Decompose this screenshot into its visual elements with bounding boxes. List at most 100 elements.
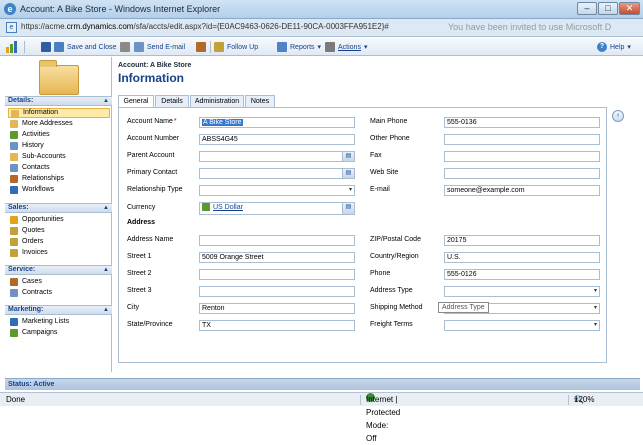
- relationship-type-select[interactable]: ▾: [199, 185, 355, 196]
- primary-contact-lookup[interactable]: ▤: [199, 168, 355, 179]
- more-addresses-icon: [10, 120, 18, 128]
- email-field[interactable]: someone@example.com: [444, 185, 600, 196]
- main-phone-label: Main Phone: [370, 118, 408, 125]
- sales-header[interactable]: Sales: ▲: [5, 203, 112, 213]
- street3-field[interactable]: [199, 286, 355, 297]
- fax-field[interactable]: [444, 151, 600, 162]
- phone-field[interactable]: 555-0126: [444, 269, 600, 280]
- lookup-icon[interactable]: ▤: [342, 169, 354, 178]
- phone-label: Phone: [370, 270, 391, 277]
- account-number-label: Account Number: [127, 135, 180, 142]
- zoom-level[interactable]: 🔍 120% ▾: [574, 393, 594, 406]
- parent-account-label: Parent Account: [127, 152, 175, 159]
- send-email-button[interactable]: Send E-mail: [134, 41, 185, 53]
- ie-status-done: Done: [6, 395, 26, 404]
- street1-field[interactable]: 5009 Orange Street: [199, 252, 355, 263]
- state-label: State/Province: [127, 321, 173, 328]
- sidebar-item-marketing-lists[interactable]: Marketing Lists: [8, 317, 110, 327]
- other-phone-label: Other Phone: [370, 135, 410, 142]
- email-label: E-mail: [370, 186, 390, 193]
- relationships-icon: [10, 175, 18, 183]
- sidebar-item-cases[interactable]: Cases: [8, 277, 110, 287]
- freight-terms-select[interactable]: ▾: [444, 320, 600, 331]
- details-header[interactable]: Details: ▲: [5, 96, 112, 106]
- general-form: Account Name* A Bike Store Account Numbe…: [118, 107, 607, 363]
- zip-field[interactable]: 20175: [444, 235, 600, 246]
- invoices-icon: [10, 249, 18, 257]
- sidebar-item-sub-accounts[interactable]: Sub-Accounts: [8, 152, 110, 162]
- sidebar-item-quotes[interactable]: Quotes: [8, 226, 110, 236]
- currency-icon: [202, 203, 210, 212]
- state-field[interactable]: TX: [199, 320, 355, 331]
- opportunities-icon: [10, 216, 18, 224]
- collapse-pane-icon[interactable]: ‹: [612, 110, 624, 122]
- sidebar-item-campaigns[interactable]: Campaigns: [8, 328, 110, 338]
- record-status: Status: Active: [5, 378, 640, 390]
- follow-up-button[interactable]: Follow Up: [214, 41, 258, 53]
- save-and-close-button[interactable]: Save and Close: [54, 41, 116, 53]
- lookup-icon[interactable]: ▤: [342, 203, 354, 214]
- street2-label: Street 2: [127, 270, 152, 277]
- ie-logo-icon: e: [4, 3, 16, 15]
- account-number-field[interactable]: ABSS4G45: [199, 134, 355, 145]
- sidebar-item-relationships[interactable]: Relationships: [8, 174, 110, 184]
- address-name-label: Address Name: [127, 236, 174, 243]
- minimize-button[interactable]: –: [577, 2, 597, 15]
- attach-icon[interactable]: [120, 41, 130, 53]
- parent-account-lookup[interactable]: ▤: [199, 151, 355, 162]
- sidebar-item-information[interactable]: Information: [8, 108, 110, 118]
- lookup-icon[interactable]: ▤: [342, 152, 354, 161]
- sidebar-item-history[interactable]: History: [8, 141, 110, 151]
- tooltip: Address Type: [438, 302, 489, 313]
- marketing-lists-icon: [10, 318, 18, 326]
- city-label: City: [127, 304, 140, 311]
- chevron-down-icon: ▾: [593, 305, 597, 311]
- more-actions-icon[interactable]: [196, 41, 206, 53]
- save-icon[interactable]: [41, 41, 51, 53]
- tab-details[interactable]: Details: [155, 95, 189, 107]
- fax-label: Fax: [370, 152, 382, 159]
- help-button[interactable]: ? Help ▾: [597, 41, 631, 53]
- sidebar-item-contracts[interactable]: Contracts: [8, 288, 110, 298]
- street2-field[interactable]: [199, 269, 355, 280]
- sidebar-item-activities[interactable]: Activities: [8, 130, 110, 140]
- ie-status-bar: Done Internet | Protected Mode: Off 🔍 12…: [0, 392, 643, 443]
- currency-lookup[interactable]: US Dollar ▤: [199, 202, 355, 215]
- address-name-field[interactable]: [199, 235, 355, 246]
- web-site-field[interactable]: [444, 168, 600, 179]
- window-title: Account: A Bike Store - Windows Internet…: [20, 4, 221, 14]
- address-type-select[interactable]: ▾: [444, 286, 600, 297]
- tab-administration[interactable]: Administration: [190, 95, 244, 107]
- country-label: Country/Region: [370, 253, 419, 260]
- close-button[interactable]: ✕: [619, 2, 640, 15]
- marketing-header[interactable]: Marketing: ▲: [5, 305, 112, 315]
- contracts-icon: [10, 289, 18, 297]
- crm-logo-icon: [5, 41, 21, 53]
- help-icon: ?: [597, 42, 607, 52]
- sidebar-item-workflows[interactable]: Workflows: [8, 185, 110, 195]
- notification-text: You have been invited to use Microsoft D: [448, 22, 612, 32]
- account-name-field[interactable]: A Bike Store: [199, 117, 355, 128]
- actions-button[interactable]: Actions ▾: [325, 41, 367, 53]
- chevron-down-icon: ▾: [593, 288, 597, 294]
- country-field[interactable]: U.S.: [444, 252, 600, 263]
- sidebar-item-invoices[interactable]: Invoices: [8, 248, 110, 258]
- freight-terms-label: Freight Terms: [370, 321, 413, 328]
- city-field[interactable]: Renton: [199, 303, 355, 314]
- maximize-button[interactable]: □: [598, 2, 618, 15]
- sidebar-item-opportunities[interactable]: Opportunities: [8, 215, 110, 225]
- main-phone-field[interactable]: 555-0136: [444, 117, 600, 128]
- other-phone-field[interactable]: [444, 134, 600, 145]
- tab-notes[interactable]: Notes: [245, 95, 275, 107]
- campaigns-icon: [10, 329, 18, 337]
- service-header[interactable]: Service: ▲: [5, 265, 112, 275]
- sidebar-item-contacts[interactable]: Contacts: [8, 163, 110, 173]
- orders-icon: [10, 238, 18, 246]
- web-site-label: Web Site: [370, 169, 399, 176]
- sidebar-item-orders[interactable]: Orders: [8, 237, 110, 247]
- reports-button[interactable]: Reports ▾: [277, 41, 321, 53]
- sub-accounts-icon: [10, 153, 18, 161]
- sidebar-item-more-addresses[interactable]: More Addresses: [8, 119, 110, 129]
- quotes-icon: [10, 227, 18, 235]
- currency-label: Currency: [127, 204, 156, 211]
